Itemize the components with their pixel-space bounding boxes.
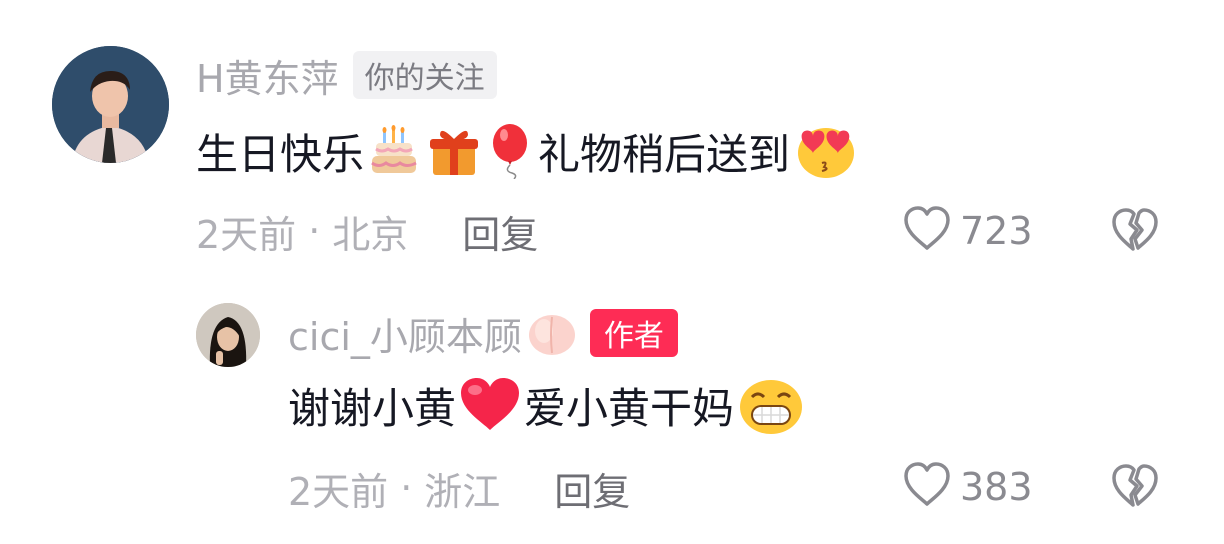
- heart-outline-icon: [902, 462, 952, 512]
- username[interactable]: H黄东萍: [196, 48, 339, 103]
- grinning-emoji: [738, 375, 804, 435]
- like-button[interactable]: 383: [902, 462, 1033, 512]
- meta-separator: ·: [400, 466, 413, 510]
- author-badge: 作者: [589, 309, 678, 357]
- balloon-emoji: [488, 123, 532, 179]
- reply-button[interactable]: 回复: [462, 204, 538, 259]
- comment-text: 生日快乐 礼物稍后送到: [196, 120, 856, 182]
- heart-outline-icon: [902, 206, 952, 256]
- broken-heart-icon: [1110, 208, 1160, 258]
- red-heart-emoji: [458, 376, 522, 434]
- comment-time: 2天前: [196, 212, 297, 257]
- like-count: 723: [960, 209, 1033, 253]
- avatar[interactable]: [196, 303, 260, 367]
- gift-emoji: [428, 125, 480, 177]
- comment-text-main: 生日快乐: [196, 129, 365, 179]
- dislike-button[interactable]: [1110, 464, 1160, 514]
- reply-button[interactable]: 回复: [554, 461, 630, 516]
- meta-separator: ·: [308, 209, 321, 253]
- comment-text-main: 谢谢小黄: [288, 383, 457, 433]
- broken-heart-icon: [1110, 464, 1160, 514]
- comment-time: 2天前: [288, 469, 389, 514]
- like-button[interactable]: 723: [902, 206, 1033, 256]
- peach-emoji: [526, 309, 578, 357]
- username[interactable]: cici_小顾本顾: [288, 306, 522, 361]
- birthday-cake-emoji: [370, 125, 418, 177]
- heart-eyes-emoji: [796, 123, 856, 179]
- comment-location: 浙江: [424, 469, 501, 514]
- avatar[interactable]: [52, 46, 169, 163]
- comment-text: 谢谢小黄 爱小黄干妈: [288, 374, 804, 436]
- comment-text-rest: 礼物稍后送到: [538, 129, 791, 179]
- dislike-button[interactable]: [1110, 208, 1160, 258]
- comment-text-rest: 爱小黄干妈: [524, 383, 735, 433]
- following-badge: 你的关注: [352, 51, 497, 99]
- like-count: 383: [960, 465, 1033, 509]
- comment-location: 北京: [332, 212, 409, 257]
